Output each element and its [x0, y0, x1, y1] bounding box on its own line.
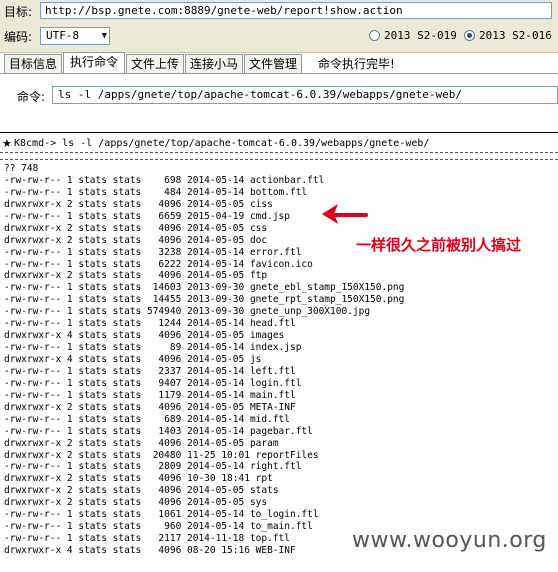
- listing-row: -rw-rw-r-- 1 stats stats 6222 2014-05-14…: [4, 258, 313, 270]
- listing-row: -rw-rw-r-- 1 stats stats 2337 2014-05-14…: [4, 365, 296, 377]
- output-top-border: [0, 132, 558, 133]
- listing-row: -rw-rw-r-- 1 stats stats 9407 2014-05-14…: [4, 377, 302, 389]
- listing-row: -rw-rw-r-- 1 stats stats 2117 2014-11-18…: [4, 533, 290, 545]
- status-text: 命令执行完毕!: [318, 57, 395, 71]
- listing-row: drwxrwxr-x 2 stats stats 4096 2014-05-05…: [4, 485, 279, 497]
- listing-row: drwxrwxr-x 2 stats stats 20480 11-25 10:…: [4, 449, 319, 461]
- listing-row: -rw-rw-r-- 1 stats stats 2809 2014-05-14…: [4, 461, 302, 473]
- radio-s2-019-label: 2013 S2-019: [384, 29, 457, 42]
- listing-row: -rw-rw-r-- 1 stats stats 14455 2013-09-3…: [4, 294, 405, 306]
- listing-row: -rw-rw-r-- 1 stats stats 698 2014-05-14 …: [4, 174, 325, 186]
- tab-divider: [0, 73, 558, 74]
- radio-s2-019[interactable]: [369, 30, 380, 41]
- star-icon: ★: [2, 137, 12, 150]
- listing-row: drwxrwxr-x 4 stats stats 4096 08-20 15:1…: [4, 545, 296, 556]
- listing-row: -rw-rw-r-- 1 stats stats 960 2014-05-14 …: [4, 521, 313, 533]
- watermark: www.wooyun.org: [352, 528, 547, 553]
- tab-file-upload[interactable]: 文件上传: [126, 54, 184, 73]
- command-label: 命令:: [17, 90, 46, 104]
- listing-row: drwxrwxr-x 4 stats stats 4096 2014-05-05…: [4, 330, 285, 342]
- encoding-label: 编码:: [4, 30, 33, 44]
- listing-row: -rw-rw-r-- 1 stats stats 689 2014-05-14 …: [4, 413, 290, 425]
- listing-row: ?? 748: [4, 163, 39, 174]
- listing-row: drwxrwxr-x 2 stats stats 4096 10-30 18:4…: [4, 473, 273, 485]
- listing-row: -rw-rw-r-- 1 stats stats 1244 2014-05-14…: [4, 318, 296, 330]
- listing-row: -rw-rw-r-- 1 stats stats 3238 2014-05-14…: [4, 246, 302, 258]
- target-form: 目标: http://bsp.gnete.com:8889/gnete-web/…: [0, 0, 558, 53]
- output-prompt: K8cmd-> ls -l /apps/gnete/top/apache-tom…: [14, 138, 430, 149]
- annotation-text: 一样很久之前被别人搞过: [356, 236, 522, 254]
- red-arrow-icon: [322, 204, 368, 224]
- listing-row: drwxrwxr-x 2 stats stats 4096 2014-05-05…: [4, 270, 268, 282]
- listing-row: -rw-rw-r-- 1 stats stats 89 2014-05-14 i…: [4, 342, 302, 354]
- listing-row: -rw-rw-r-- 1 stats stats 484 2014-05-14 …: [4, 186, 308, 198]
- command-output[interactable]: ★ K8cmd-> ls -l /apps/gnete/top/apache-t…: [0, 132, 558, 572]
- listing-row: -rw-rw-r-- 1 stats stats 14603 2013-09-3…: [4, 282, 405, 294]
- listing-row: -rw-rw-r-- 1 stats stats 1061 2014-05-14…: [4, 509, 319, 521]
- listing-row: drwxrwxr-x 2 stats stats 4096 2014-05-05…: [4, 234, 268, 246]
- radio-s2-016[interactable]: [464, 30, 475, 41]
- k8-exploit-tool-window: 目标: http://bsp.gnete.com:8889/gnete-web/…: [0, 0, 558, 572]
- listing-row: drwxrwxr-x 2 stats stats 4096 2014-05-05…: [4, 437, 279, 449]
- listing-row: drwxrwxr-x 2 stats stats 4096 2014-05-05…: [4, 497, 268, 509]
- tab-file-manager[interactable]: 文件管理: [244, 54, 302, 73]
- listing-row: -rw-rw-r-- 1 stats stats 574940 2013-09-…: [4, 306, 371, 318]
- listing-row: -rw-rw-r-- 1 stats stats 1403 2014-05-14…: [4, 425, 313, 437]
- tab-connect-shell[interactable]: 连接小马: [185, 54, 243, 73]
- target-url-input[interactable]: http://bsp.gnete.com:8889/gnete-web/repo…: [40, 2, 552, 19]
- tab-execute-command[interactable]: 执行命令: [63, 52, 125, 74]
- encoding-value: UTF-8: [46, 29, 80, 42]
- command-input[interactable]: ls -l /apps/gnete/top/apache-tomcat-6.0.…: [52, 86, 558, 104]
- listing-row: -rw-rw-r-- 1 stats stats 1179 2014-05-14…: [4, 389, 296, 401]
- output-separator: [0, 152, 558, 160]
- listing-row: drwxrwxr-x 2 stats stats 4096 2014-05-05…: [4, 401, 296, 413]
- chevron-down-icon: ▼: [101, 31, 107, 41]
- encoding-select[interactable]: UTF-8 ▼: [40, 27, 110, 45]
- target-label: 目标:: [4, 5, 33, 19]
- tab-target-info[interactable]: 目标信息: [4, 54, 62, 73]
- radio-s2-016-label: 2013 S2-016: [479, 29, 552, 42]
- listing-row: drwxrwxr-x 4 stats stats 4096 2014-05-05…: [4, 354, 262, 365]
